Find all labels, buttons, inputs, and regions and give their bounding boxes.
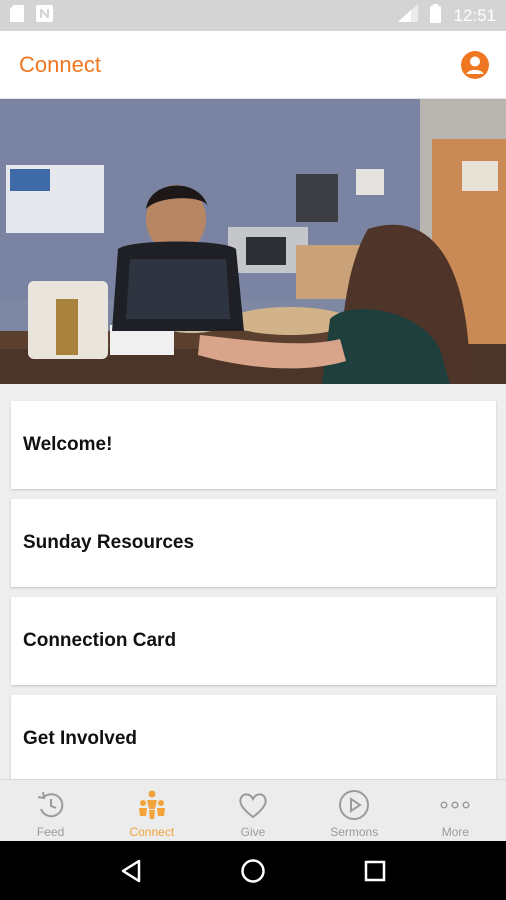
person-circle-icon bbox=[461, 50, 489, 79]
tab-feed[interactable]: Feed bbox=[0, 780, 101, 842]
list-item[interactable]: Connection Card bbox=[11, 597, 496, 685]
tab-label: Feed bbox=[36, 825, 65, 839]
list-item[interactable]: Get Involved bbox=[11, 695, 496, 783]
signal-icon bbox=[398, 4, 419, 27]
list-item[interactable]: Welcome! bbox=[11, 401, 496, 489]
tab-bar: Feed Connect Give Sermons More bbox=[0, 779, 506, 842]
sd-card-icon bbox=[10, 4, 24, 27]
people-icon bbox=[136, 788, 168, 822]
status-time: 12:51 bbox=[453, 5, 496, 25]
home-circle-icon bbox=[241, 858, 265, 883]
list-item-label: Welcome! bbox=[23, 434, 113, 455]
tab-more[interactable]: More bbox=[405, 780, 506, 842]
list-item-label: Sunday Resources bbox=[23, 532, 195, 553]
connect-list: Welcome! Sunday Resources Connection Car… bbox=[11, 401, 496, 793]
history-icon bbox=[35, 788, 67, 822]
tab-connect[interactable]: Connect bbox=[101, 780, 202, 842]
list-item-label: Get Involved bbox=[23, 728, 138, 749]
recents-square-icon bbox=[364, 860, 386, 881]
status-left bbox=[10, 4, 53, 27]
app-bar: Connect bbox=[0, 31, 506, 99]
n-notification-icon bbox=[36, 4, 53, 27]
home-button[interactable] bbox=[233, 851, 273, 891]
tab-label: More bbox=[441, 825, 470, 839]
status-bar: 12:51 bbox=[0, 0, 506, 31]
more-dots-icon bbox=[439, 788, 471, 822]
tab-label: Sermons bbox=[330, 825, 379, 839]
tab-label: Connect bbox=[129, 825, 175, 839]
tab-label: Give bbox=[240, 825, 266, 839]
back-button[interactable] bbox=[111, 851, 151, 891]
profile-button[interactable] bbox=[460, 50, 490, 80]
recents-button[interactable] bbox=[355, 851, 395, 891]
system-nav-bar bbox=[0, 841, 506, 900]
back-triangle-icon bbox=[121, 859, 141, 882]
page-title: Connect bbox=[19, 51, 101, 77]
status-right: 12:51 bbox=[398, 3, 496, 28]
battery-icon bbox=[430, 3, 442, 28]
hero-image bbox=[0, 99, 506, 384]
tab-give[interactable]: Give bbox=[202, 780, 303, 842]
list-item[interactable]: Sunday Resources bbox=[11, 499, 496, 587]
heart-icon bbox=[237, 788, 269, 822]
play-circle-icon bbox=[338, 788, 370, 822]
list-item-label: Connection Card bbox=[23, 630, 177, 651]
tab-sermons[interactable]: Sermons bbox=[304, 780, 405, 842]
